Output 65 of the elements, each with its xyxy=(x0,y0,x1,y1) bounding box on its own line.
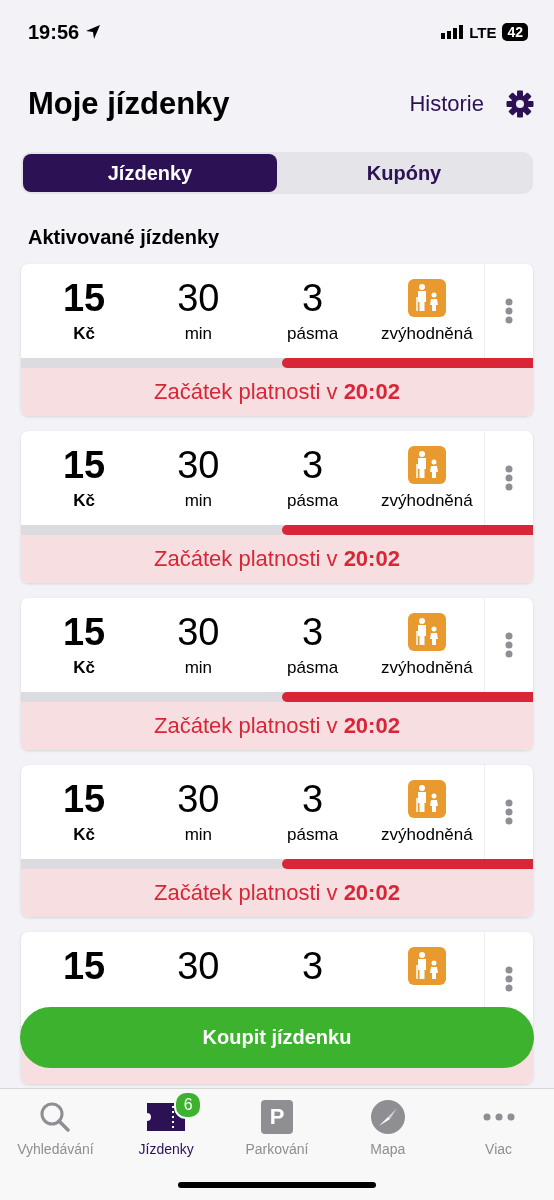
ticket-type: zvýhodněná xyxy=(381,657,473,679)
validity-message: Začátek platnosti v 20:02 xyxy=(154,546,400,572)
ticket-type: zvýhodněná xyxy=(381,490,473,512)
validity-message: Začátek platnosti v 20:02 xyxy=(154,379,400,405)
segment-tab[interactable]: Kupóny xyxy=(277,154,531,192)
ticket-card[interactable]: 15 Kč 30 min 3 pásma zvýhodněná Začátek platnosti v 20:02 xyxy=(21,598,533,750)
ticket-unit: Kč xyxy=(73,490,95,512)
validity-message: Začátek platnosti v 20:02 xyxy=(154,880,400,906)
ticket-type: zvýhodněná xyxy=(381,824,473,846)
ticket-value: 15 xyxy=(63,610,106,655)
more-icon xyxy=(482,1113,515,1121)
more-vertical-icon[interactable] xyxy=(505,298,513,324)
compass-icon xyxy=(370,1100,405,1134)
ticket-unit: min xyxy=(184,490,213,512)
search-icon xyxy=(38,1100,73,1134)
ticket-type: zvýhodněná xyxy=(381,323,473,345)
ticket-unit: min xyxy=(184,824,213,846)
ticket-value: 15 xyxy=(63,443,106,488)
count-badge: 6 xyxy=(174,1091,203,1119)
more-vertical-icon[interactable] xyxy=(505,632,513,658)
family-icon xyxy=(407,947,446,985)
ticket-value: 15 xyxy=(63,276,106,321)
ticket-unit: pásma xyxy=(287,490,339,512)
network-label: LTE xyxy=(469,23,497,41)
ticket-value: 15 xyxy=(63,944,106,989)
ticket-unit: Kč xyxy=(73,657,95,679)
validity-message: Začátek platnosti v 20:02 xyxy=(154,713,400,739)
ticket-unit: min xyxy=(184,323,213,345)
ticket-unit: Kč xyxy=(73,323,95,345)
ticket-card[interactable]: 15 Kč 30 min 3 pásma zvýhodněná Začátek platnosti v 20:02 xyxy=(21,765,533,917)
ticket-value: 30 xyxy=(177,777,220,822)
settings-icon[interactable] xyxy=(506,90,534,118)
ticket-card[interactable]: 15 Kč 30 min 3 pásma zvýhodněná Začátek platnosti v 20:02 xyxy=(21,431,533,583)
family-icon xyxy=(407,780,446,818)
ticket-value: 3 xyxy=(302,944,324,989)
ticket-value: 15 xyxy=(63,777,106,822)
family-icon xyxy=(407,613,446,651)
ticket-unit: pásma xyxy=(287,657,339,679)
more-vertical-icon[interactable] xyxy=(505,465,513,491)
ticket-value: 3 xyxy=(302,276,324,321)
ticket-value: 30 xyxy=(177,610,220,655)
ticket-unit: Kč xyxy=(73,824,95,846)
parking-icon: P xyxy=(261,1100,293,1134)
ticket-unit: pásma xyxy=(287,323,339,345)
more-vertical-icon[interactable] xyxy=(505,966,513,992)
ticket-unit: min xyxy=(184,657,213,679)
signal-icon xyxy=(441,25,464,39)
location-icon xyxy=(85,24,102,40)
section-title: Aktivované jízdenky xyxy=(28,226,221,250)
ticket-value: 30 xyxy=(177,944,220,989)
ticket-card[interactable]: 15 Kč 30 min 3 pásma zvýhodněná Začátek platnosti v 20:02 xyxy=(21,264,533,416)
ticket-value: 3 xyxy=(302,443,324,488)
ticket-value: 30 xyxy=(177,443,220,488)
more-vertical-icon[interactable] xyxy=(505,799,513,825)
family-icon xyxy=(407,279,446,317)
status-time: 19:56 xyxy=(28,20,80,44)
ticket-value: 3 xyxy=(302,610,324,655)
ticket-value: 3 xyxy=(302,777,324,822)
ticket-value: 30 xyxy=(177,276,220,321)
page-title: Moje jízdenky xyxy=(28,86,231,122)
family-icon xyxy=(407,446,446,484)
segment-tab[interactable]: Jízdenky xyxy=(23,154,277,192)
history-link[interactable]: Historie xyxy=(409,91,484,117)
battery-indicator: 42 xyxy=(502,23,528,41)
ticket-unit: pásma xyxy=(287,824,339,846)
